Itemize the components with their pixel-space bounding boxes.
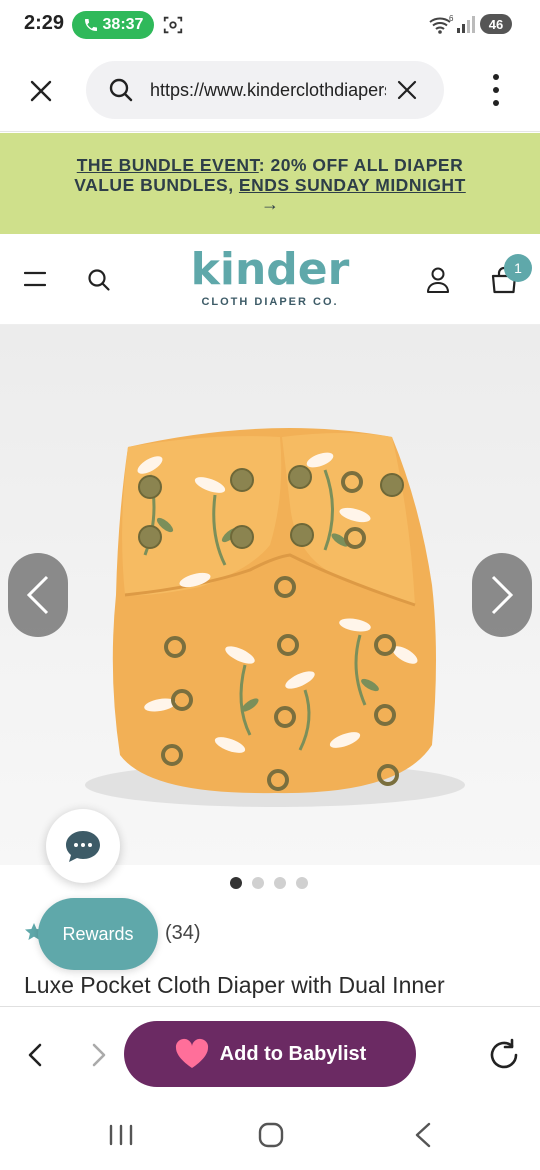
back-icon[interactable] <box>412 1122 434 1148</box>
chat-icon <box>66 831 100 862</box>
site-header: kinder CLOTH DIAPER CO. 1 <box>0 234 540 325</box>
promo-line-1: THE BUNDLE EVENT: 20% OFF ALL DIAPER <box>76 154 464 175</box>
close-icon[interactable] <box>26 76 56 106</box>
promo-banner[interactable]: THE BUNDLE EVENT: 20% OFF ALL DIAPER VAL… <box>0 133 540 234</box>
add-to-babylist-button[interactable]: Add to Babylist <box>124 1021 416 1087</box>
phone-icon <box>84 19 97 31</box>
logo-wordmark: kinder <box>190 244 350 295</box>
home-icon[interactable] <box>258 1122 284 1148</box>
promo-line-2: VALUE BUNDLES, ENDS SUNDAY MIDNIGHT <box>74 174 466 195</box>
refresh-icon[interactable] <box>486 1037 522 1073</box>
browser-address-bar: https://www.kinderclothdiapers.com <box>0 50 540 132</box>
screenshot-scan-icon <box>163 16 183 34</box>
account-icon[interactable] <box>426 266 450 294</box>
carousel-next-button[interactable] <box>472 553 532 637</box>
product-image[interactable] <box>0 325 540 865</box>
browser-back-icon[interactable] <box>24 1041 48 1069</box>
more-options-icon[interactable] <box>486 72 506 108</box>
url-text[interactable]: https://www.kinderclothdiapers.com <box>150 80 386 101</box>
android-nav-bar <box>0 1100 540 1170</box>
carousel-dots <box>230 877 308 889</box>
url-field[interactable]: https://www.kinderclothdiapers.com <box>86 61 444 119</box>
promo-event-link[interactable]: THE BUNDLE EVENT <box>77 155 259 175</box>
carousel-dot-4[interactable] <box>296 877 308 889</box>
product-title: Luxe Pocket Cloth Diaper with Dual Inner <box>24 972 445 998</box>
call-duration: 38:37 <box>102 16 144 33</box>
hamburger-menu-icon[interactable] <box>24 271 46 287</box>
cart-count-badge: 1 <box>504 254 532 282</box>
status-time: 2:29 <box>24 12 65 34</box>
review-count[interactable]: (34) <box>165 922 201 945</box>
heart-icon <box>175 1038 208 1068</box>
rating-row: Rewards (34) <box>24 898 324 970</box>
carousel-dot-1[interactable] <box>230 877 242 889</box>
promo-arrow-icon[interactable]: → <box>261 195 279 213</box>
logo-tagline: CLOTH DIAPER CO. <box>201 296 339 308</box>
battery-indicator: 46 <box>480 14 512 34</box>
browser-bottom-toolbar: Add to Babylist <box>0 1006 540 1100</box>
carousel-prev-button[interactable] <box>8 553 68 637</box>
promo-deadline-link[interactable]: ENDS SUNDAY MIDNIGHT <box>239 175 466 195</box>
babylist-label: Add to Babylist <box>219 1042 367 1065</box>
call-pill[interactable]: 38:37 <box>72 11 154 39</box>
status-bar: 2:29 38:37 6 46 <box>0 0 540 50</box>
chat-widget-button[interactable] <box>46 809 120 883</box>
site-search-icon[interactable] <box>86 267 112 293</box>
chevron-right-icon <box>491 575 514 615</box>
browser-forward-icon[interactable] <box>86 1041 110 1069</box>
signal-icon <box>457 16 475 33</box>
wifi-label: 6 <box>449 14 454 23</box>
recents-icon[interactable] <box>108 1124 134 1146</box>
carousel-dot-3[interactable] <box>274 877 286 889</box>
wifi-icon: 6 <box>429 14 454 34</box>
rewards-button[interactable]: Rewards <box>38 898 158 970</box>
carousel-dot-2[interactable] <box>252 877 264 889</box>
clear-url-icon[interactable] <box>396 79 418 101</box>
site-logo[interactable]: kinder CLOTH DIAPER CO. <box>180 244 360 309</box>
diaper-illustration <box>85 428 465 807</box>
search-icon <box>109 78 133 102</box>
chevron-left-icon <box>26 575 49 615</box>
